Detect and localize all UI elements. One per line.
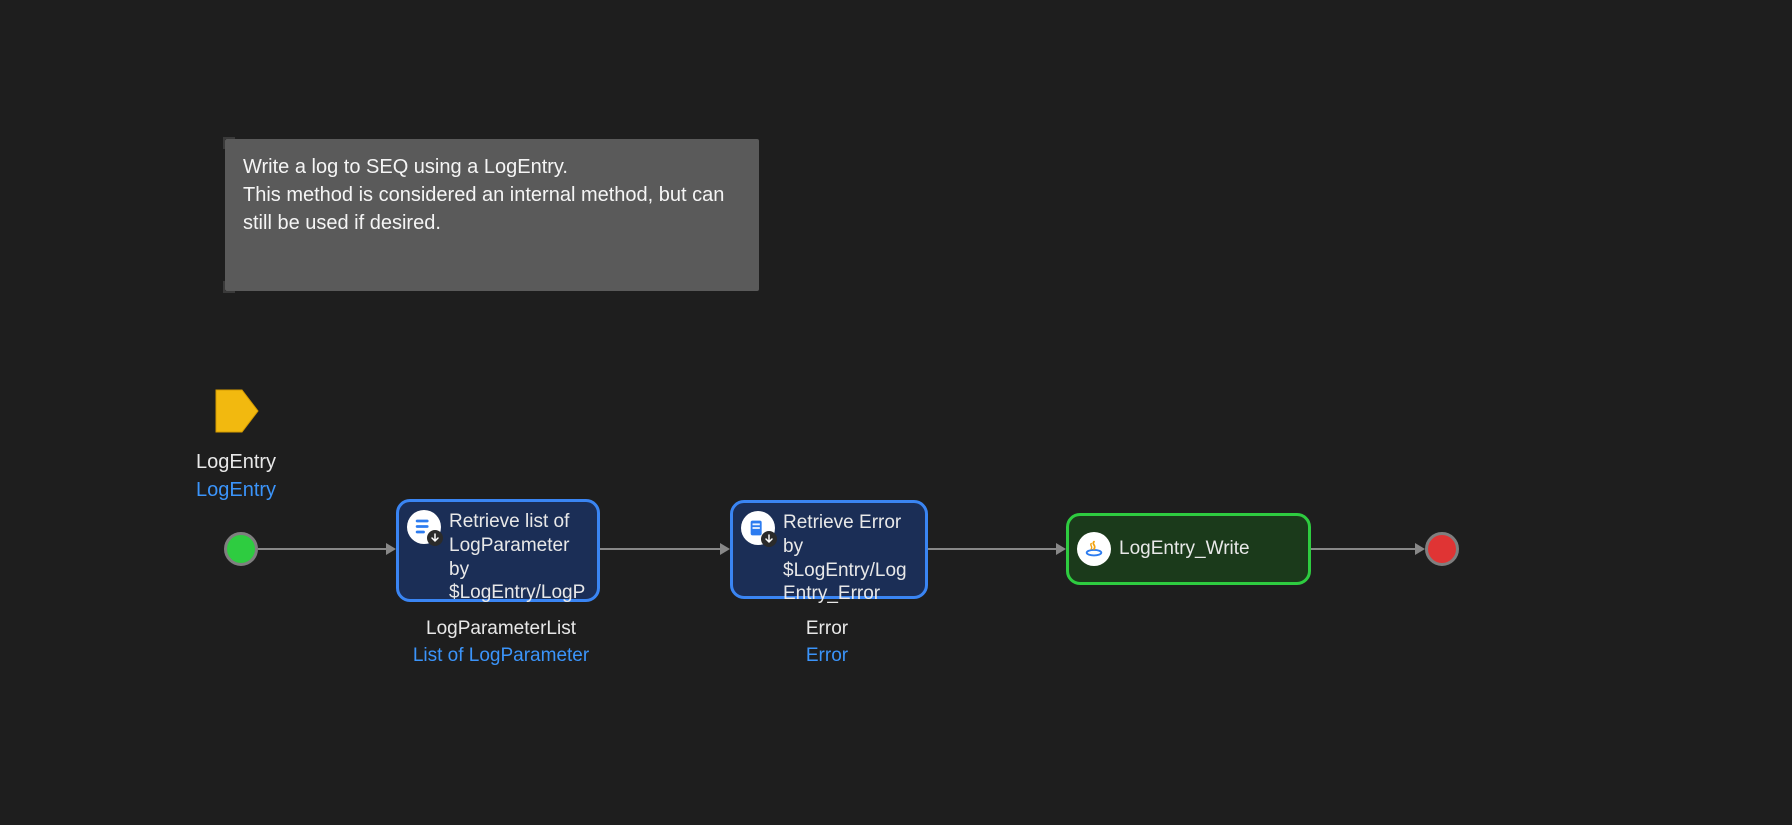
comment-annotation[interactable]: Write a log to SEQ using a LogEntry. Thi… xyxy=(225,139,759,291)
start-node[interactable] xyxy=(224,532,258,566)
connector-list-to-error xyxy=(600,541,730,557)
retrieve-object-icon xyxy=(741,511,775,545)
activity-retrieve-logparameter-list[interactable]: Retrieve list of LogParameter by $LogEnt… xyxy=(396,499,600,602)
activity-title: LogEntry_Write xyxy=(1119,537,1298,561)
output-name: LogParameterList xyxy=(406,616,596,643)
end-node[interactable] xyxy=(1425,532,1459,566)
output-type: Error xyxy=(782,643,872,670)
workflow-canvas[interactable]: Write a log to SEQ using a LogEntry. Thi… xyxy=(0,0,1792,825)
retrieve-list-icon xyxy=(407,510,441,544)
connector-start-to-retrieve-list xyxy=(258,541,396,557)
java-action-icon xyxy=(1077,532,1111,566)
output-type: List of LogParameter xyxy=(406,643,596,670)
download-badge-icon xyxy=(427,530,443,546)
parameter-name: LogEntry xyxy=(196,448,276,476)
parameter-type: LogEntry xyxy=(196,476,276,504)
parameter-labels: LogEntry LogEntry xyxy=(196,448,276,504)
connector-write-to-end xyxy=(1311,541,1425,557)
output-name: Error xyxy=(782,616,872,643)
activity-logentry-write[interactable]: LogEntry_Write xyxy=(1066,513,1311,585)
connector-error-to-write xyxy=(928,541,1066,557)
activity-retrieve-error[interactable]: Retrieve Error by $LogEntry/LogEntry_Err… xyxy=(730,500,928,599)
activity-output-caption: LogParameterList List of LogParameter xyxy=(406,616,596,669)
activity-title: Retrieve list of LogParameter by $LogEnt… xyxy=(449,510,587,605)
download-badge-icon xyxy=(761,531,777,547)
activity-title: Retrieve Error by $LogEntry/LogEntry_Err… xyxy=(783,511,915,606)
activity-output-caption: Error Error xyxy=(782,616,872,669)
